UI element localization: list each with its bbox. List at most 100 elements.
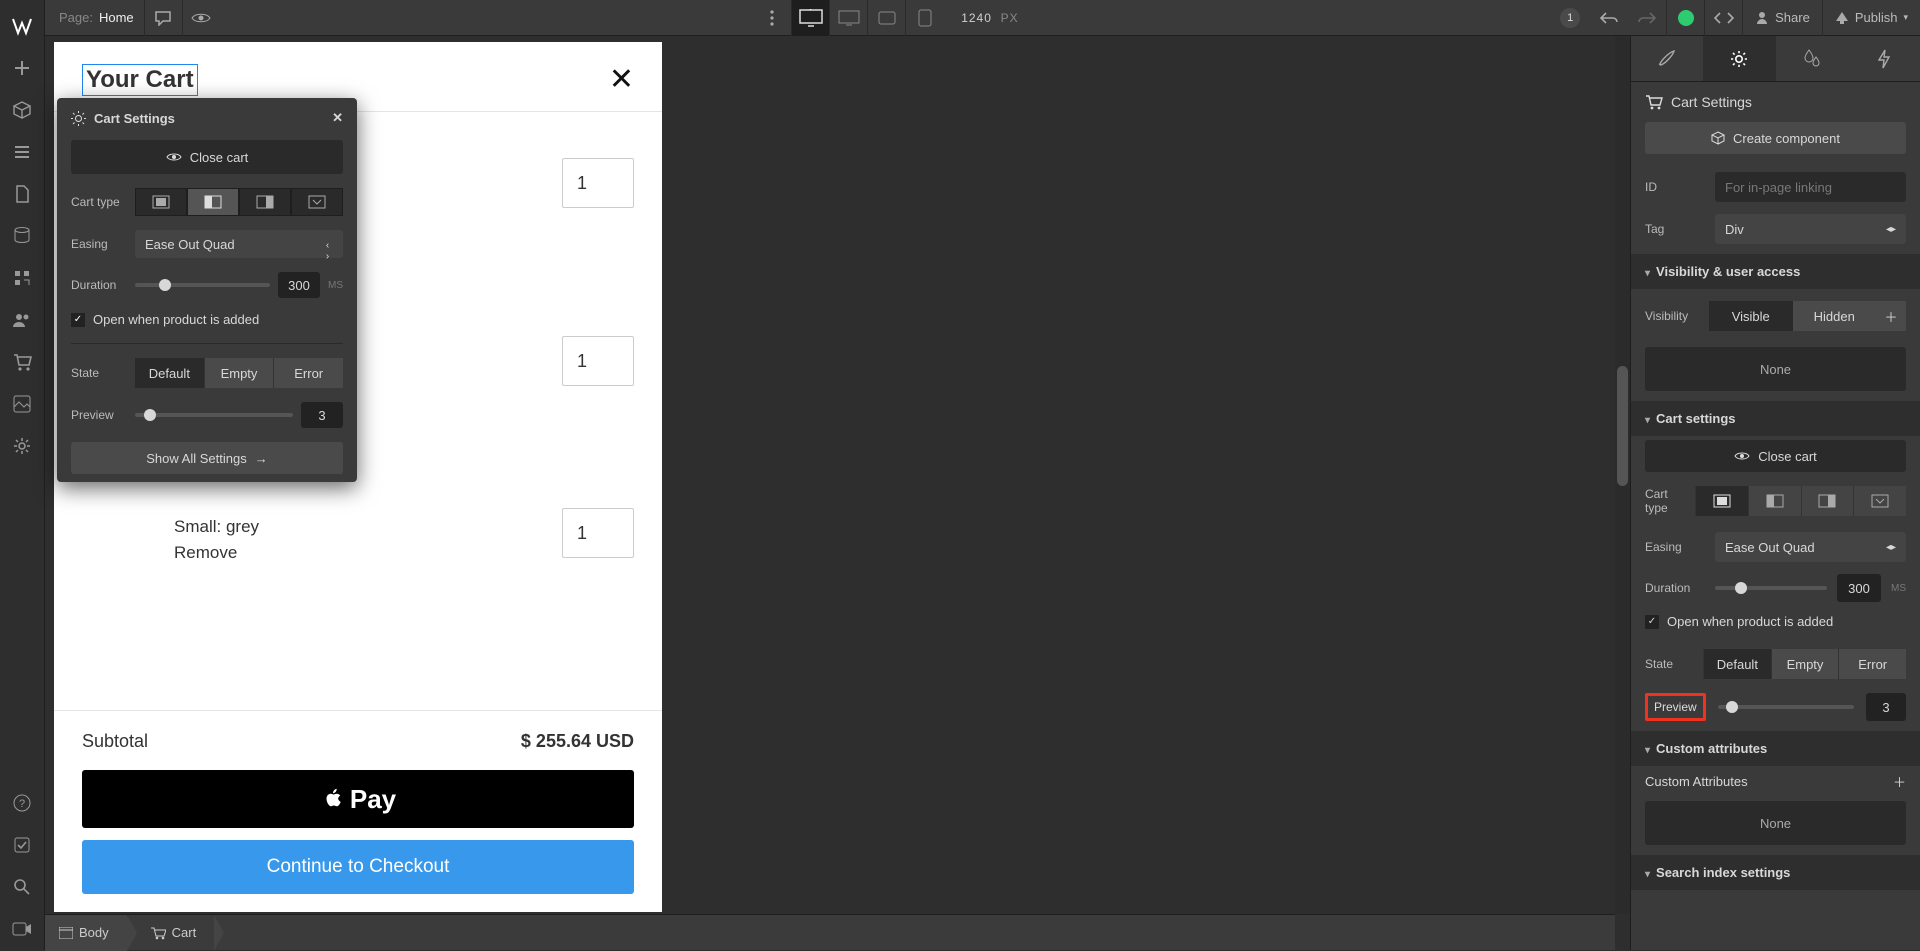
status-ok-icon[interactable] <box>1666 0 1704 36</box>
apple-pay-button[interactable]: Pay <box>82 770 634 828</box>
rp-state-empty[interactable]: Empty <box>1771 649 1839 679</box>
navigator-icon[interactable] <box>0 131 45 173</box>
id-input[interactable]: For in-page linking <box>1715 172 1906 202</box>
state-empty[interactable]: Empty <box>204 358 274 388</box>
section-visibility[interactable]: Visibility & user access <box>1631 254 1920 289</box>
breadcrumb: Body Cart <box>45 914 1615 950</box>
id-label: ID <box>1645 180 1705 194</box>
cms-icon[interactable] <box>0 215 45 257</box>
notif-badge[interactable]: 1 <box>1560 8 1580 28</box>
share-button[interactable]: Share <box>1742 0 1822 36</box>
add-attr-icon[interactable]: ＋ <box>1893 772 1906 791</box>
drops-icon <box>1804 49 1820 69</box>
visibility-hidden[interactable]: Hidden <box>1793 301 1877 331</box>
show-all-settings-button[interactable]: Show All Settings → <box>71 442 343 474</box>
crumb-cart[interactable]: Cart <box>128 915 215 951</box>
assets-icon[interactable] <box>0 383 45 425</box>
rp-cart-type-label: Cart type <box>1645 487 1685 516</box>
rp-close-cart-button[interactable]: Close cart <box>1645 440 1906 472</box>
state-default[interactable]: Default <box>135 358 204 388</box>
tab-settings[interactable] <box>1703 36 1775 81</box>
cart-type-group <box>135 188 343 216</box>
desktop-large-icon[interactable] <box>791 0 829 36</box>
canvas-scrollbar[interactable] <box>1615 36 1630 914</box>
users-icon[interactable] <box>0 299 45 341</box>
rp-preview-slider[interactable] <box>1718 705 1854 709</box>
cart-item: 1 <box>54 472 662 558</box>
audit-icon[interactable] <box>0 824 45 866</box>
settings-nav-icon[interactable] <box>0 425 45 467</box>
crumb-body[interactable]: Body <box>45 915 128 951</box>
rp-cart-type-modal[interactable] <box>1695 486 1748 516</box>
section-custom-attributes[interactable]: Custom attributes <box>1631 731 1920 766</box>
undo-icon[interactable] <box>1590 0 1628 36</box>
duration-input[interactable]: 300 <box>278 272 320 298</box>
preview-slider[interactable] <box>135 413 293 417</box>
help-icon[interactable]: ? <box>0 782 45 824</box>
qty-input[interactable]: 1 <box>562 508 634 558</box>
cart-type-slide-left[interactable] <box>187 188 239 216</box>
cart-type-slide-right[interactable] <box>239 188 291 216</box>
close-cart-button[interactable]: Close cart <box>71 140 343 174</box>
state-label: State <box>71 366 125 380</box>
cart-type-modal[interactable] <box>135 188 187 216</box>
page-name[interactable]: Home <box>99 10 144 25</box>
add-icon[interactable] <box>0 47 45 89</box>
checkout-button[interactable]: Continue to Checkout <box>82 840 634 894</box>
redo-icon[interactable] <box>1628 0 1666 36</box>
visibility-visible[interactable]: Visible <box>1709 301 1793 331</box>
tab-style[interactable] <box>1631 36 1703 81</box>
rp-cart-type-left[interactable] <box>1748 486 1801 516</box>
create-component-button[interactable]: Create component <box>1645 122 1906 154</box>
desktop-icon[interactable] <box>829 0 867 36</box>
qty-input[interactable]: 1 <box>562 158 634 208</box>
rp-state-default[interactable]: Default <box>1703 649 1771 679</box>
preview-label: Preview <box>71 408 125 422</box>
state-error[interactable]: Error <box>273 358 343 388</box>
pages-icon[interactable] <box>0 173 45 215</box>
video-icon[interactable] <box>0 908 45 950</box>
open-on-add-checkbox[interactable]: ✓ <box>71 313 85 327</box>
qty-input[interactable]: 1 <box>562 336 634 386</box>
rp-preview-input[interactable]: 3 <box>1866 693 1906 721</box>
layout-icon <box>59 927 73 939</box>
easing-select[interactable]: Ease Out Quad <box>135 230 343 258</box>
tab-interactions[interactable] <box>1776 36 1848 81</box>
section-cart-settings[interactable]: Cart settings <box>1631 401 1920 436</box>
tablet-icon[interactable] <box>867 0 905 36</box>
remove-link[interactable]: Remove <box>174 543 237 562</box>
ecommerce-nav-icon[interactable] <box>0 257 45 299</box>
cube-icon[interactable] <box>0 89 45 131</box>
publish-button[interactable]: Publish▾ <box>1822 0 1920 36</box>
arrow-right-icon: → <box>255 451 268 466</box>
rp-cart-type-right[interactable] <box>1801 486 1854 516</box>
panel-title: Cart Settings <box>1671 94 1752 110</box>
rp-open-checkbox[interactable]: ✓ <box>1645 615 1659 629</box>
logo-icon[interactable] <box>0 5 45 47</box>
visibility-add[interactable]: ＋ <box>1876 301 1906 331</box>
preview-eye-icon[interactable] <box>182 0 220 36</box>
preview-input[interactable]: 3 <box>301 402 343 428</box>
popover-close-icon[interactable]: ✕ <box>332 110 343 126</box>
eye-icon <box>166 151 182 163</box>
tab-effects[interactable] <box>1848 36 1920 81</box>
rp-duration-slider[interactable] <box>1715 586 1827 590</box>
section-search-index[interactable]: Search index settings <box>1631 855 1920 890</box>
code-export-icon[interactable] <box>1704 0 1742 36</box>
rp-state-error[interactable]: Error <box>1838 649 1906 679</box>
more-vert-icon[interactable] <box>753 0 791 36</box>
subtotal-label: Subtotal <box>82 731 148 752</box>
rp-easing-select[interactable]: Ease Out Quad◂▸ <box>1715 532 1906 562</box>
duration-slider[interactable] <box>135 283 270 287</box>
search-nav-icon[interactable] <box>0 866 45 908</box>
rp-duration-input[interactable]: 300 <box>1837 574 1881 602</box>
mobile-landscape-icon[interactable] <box>905 0 943 36</box>
tag-select[interactable]: Div◂▸ <box>1715 214 1906 244</box>
selection-outline[interactable]: Your Cart <box>82 64 198 96</box>
rp-cart-type-dropdown[interactable] <box>1853 486 1906 516</box>
cart-nav-icon[interactable] <box>0 341 45 383</box>
cart-type-dropdown[interactable] <box>291 188 343 216</box>
comments-icon[interactable] <box>144 0 182 36</box>
canvas-width[interactable]: 1240 PX <box>943 11 1026 25</box>
close-cart-icon[interactable]: ✕ <box>609 62 634 97</box>
